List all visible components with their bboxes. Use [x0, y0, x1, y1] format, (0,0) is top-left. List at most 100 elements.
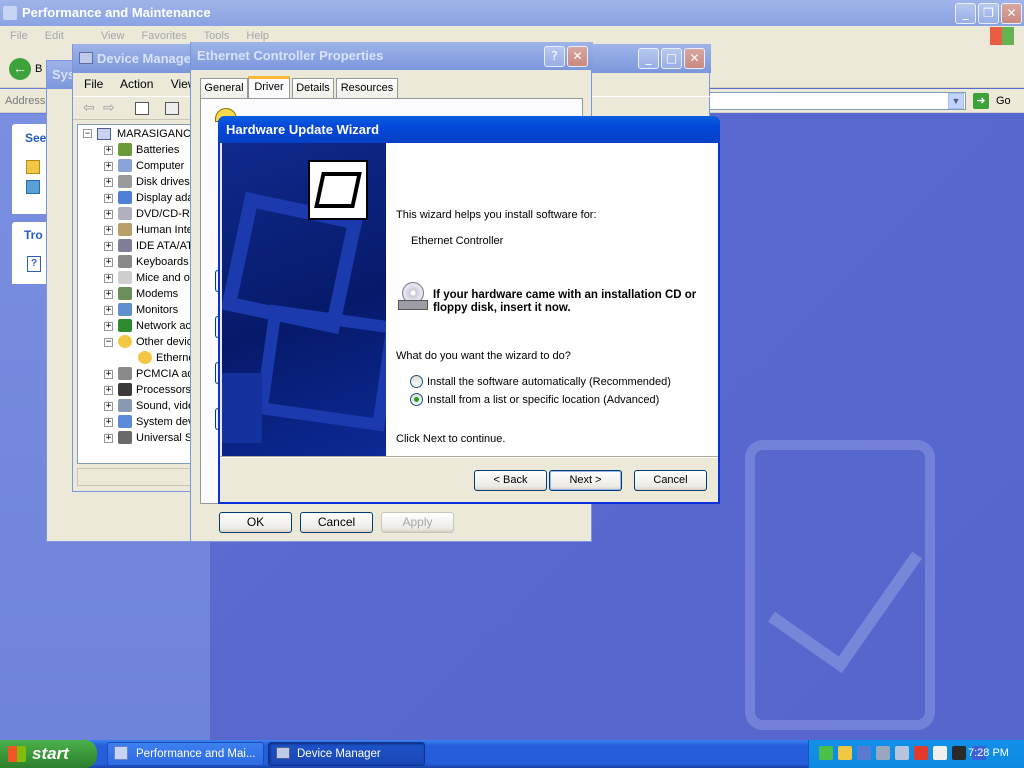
radio-install-list[interactable]: [410, 393, 423, 406]
dm-maximize-button[interactable]: □: [661, 48, 682, 69]
perf-menu-favorites[interactable]: Favorites: [142, 30, 187, 42]
tree-item[interactable]: + Human Inte: [78, 222, 192, 238]
tree-expand-icon[interactable]: +: [104, 258, 113, 267]
dm-menu-file[interactable]: File: [84, 77, 103, 91]
perf-menu-file[interactable]: File: [10, 30, 28, 42]
tree-item[interactable]: + Modems: [78, 286, 192, 302]
tree-item-label: Etherne: [156, 352, 193, 364]
device-category-icon: [118, 255, 132, 268]
address-dropdown-icon[interactable]: ▼: [948, 93, 964, 109]
tray-volume-icon[interactable]: [895, 746, 910, 760]
tab-details[interactable]: Details: [292, 78, 334, 98]
back-arrow-icon[interactable]: ←: [9, 58, 31, 80]
tree-item[interactable]: − Other devic: [78, 334, 192, 350]
tree-expand-icon[interactable]: +: [104, 274, 113, 283]
tree-item[interactable]: + Sound, vide: [78, 398, 192, 414]
tree-item[interactable]: + Monitors: [78, 302, 192, 318]
dm-back-icon[interactable]: ⇦: [83, 100, 95, 116]
props-cancel-button[interactable]: Cancel: [300, 512, 373, 533]
wizard-next-button[interactable]: Next >: [549, 470, 622, 491]
perf-minimize-button[interactable]: _: [955, 3, 976, 24]
tree-item[interactable]: + Processors: [78, 382, 192, 398]
props-ok-button[interactable]: OK: [219, 512, 292, 533]
task-device-manager[interactable]: Device Manager: [268, 742, 425, 766]
dm-close-button[interactable]: ✕: [684, 48, 705, 69]
tree-expand-icon[interactable]: +: [104, 386, 113, 395]
tree-expand-icon[interactable]: +: [104, 210, 113, 219]
perf-menu-tools[interactable]: Tools: [204, 30, 230, 42]
props-apply-button[interactable]: Apply: [381, 512, 454, 533]
tree-root-collapse-icon[interactable]: −: [83, 129, 92, 138]
tray-clock[interactable]: 7:28 PM: [968, 747, 1009, 759]
dm-menu-action[interactable]: Action: [120, 77, 153, 91]
address-input[interactable]: [700, 92, 966, 110]
tray-media-icon[interactable]: [952, 746, 967, 760]
perf-close-button[interactable]: ✕: [1001, 3, 1022, 24]
tree-expand-icon[interactable]: +: [104, 146, 113, 155]
tray-antivirus-icon[interactable]: [933, 746, 948, 760]
tree-item[interactable]: Etherne: [78, 350, 193, 366]
tree-item[interactable]: + DVD/CD-RO: [78, 206, 192, 222]
tab-driver[interactable]: Driver: [248, 76, 290, 99]
tree-expand-icon[interactable]: +: [104, 178, 113, 187]
tree-expand-icon[interactable]: +: [104, 434, 113, 443]
tree-collapse-icon[interactable]: −: [104, 338, 113, 347]
tree-item[interactable]: + PCMCIA ad: [78, 366, 192, 382]
tree-item[interactable]: + Computer: [78, 158, 192, 174]
back-label[interactable]: B: [35, 63, 42, 75]
radio-install-auto-label[interactable]: Install the software automatically (Reco…: [427, 376, 671, 388]
go-arrow-icon[interactable]: ➜: [973, 93, 989, 109]
tree-item[interactable]: + System dev: [78, 414, 192, 430]
perf-restore-button[interactable]: ❐: [978, 3, 999, 24]
tree-item-label: Mice and ot: [136, 272, 193, 284]
tree-root[interactable]: − MARASIGANCO: [78, 126, 192, 142]
dm-show-hide-icon[interactable]: [135, 102, 149, 115]
perf-menu-help[interactable]: Help: [246, 30, 269, 42]
radio-install-list-label[interactable]: Install from a list or specific location…: [427, 394, 659, 406]
task-see-icon-2[interactable]: [26, 180, 40, 194]
tree-item[interactable]: + Keyboards: [78, 254, 192, 270]
props-titlebar[interactable]: Ethernet Controller Properties: [191, 42, 593, 70]
perf-menu-edit[interactable]: Edit: [45, 30, 64, 42]
tree-expand-icon[interactable]: +: [104, 290, 113, 299]
perf-titlebar[interactable]: Performance and Maintenance: [0, 0, 1024, 26]
radio-install-auto[interactable]: [410, 375, 423, 388]
perf-menu-view[interactable]: View: [101, 30, 125, 42]
tree-item[interactable]: + Disk drives: [78, 174, 192, 190]
tree-item[interactable]: + Network ac: [78, 318, 192, 334]
task-perf[interactable]: Performance and Mai...: [107, 742, 264, 766]
tab-general[interactable]: General: [200, 78, 248, 98]
tray-network-icon[interactable]: [819, 746, 833, 760]
props-close-button[interactable]: ✕: [567, 46, 588, 67]
wizard-cancel-button[interactable]: Cancel: [634, 470, 707, 491]
tree-expand-icon[interactable]: +: [104, 418, 113, 427]
tray-security-icon[interactable]: [914, 746, 929, 760]
tray-display-icon[interactable]: [857, 746, 872, 760]
dm-minimize-button[interactable]: _: [638, 48, 659, 69]
wizard-back-button[interactable]: < Back: [474, 470, 547, 491]
dm-forward-icon[interactable]: ⇨: [103, 100, 115, 116]
props-help-button[interactable]: ?: [544, 46, 565, 67]
tree-expand-icon[interactable]: +: [104, 194, 113, 203]
tree-item[interactable]: + Universal S: [78, 430, 192, 446]
tree-expand-icon[interactable]: +: [104, 306, 113, 315]
tree-expand-icon[interactable]: +: [104, 402, 113, 411]
wizard-intro: This wizard helps you install software f…: [396, 209, 597, 221]
tree-expand-icon[interactable]: +: [104, 322, 113, 331]
tree-item[interactable]: + Batteries: [78, 142, 192, 158]
tray-update-icon[interactable]: [838, 746, 853, 760]
tree-expand-icon[interactable]: +: [104, 162, 113, 171]
tree-item[interactable]: + Display ada: [78, 190, 192, 206]
help-question-icon[interactable]: ?: [27, 256, 41, 272]
dm-properties-icon[interactable]: [165, 102, 179, 115]
task-see-icon-1[interactable]: [26, 160, 40, 174]
tree-item[interactable]: + Mice and ot: [78, 270, 193, 286]
wizard-titlebar[interactable]: Hardware Update Wizard: [218, 116, 720, 143]
go-button[interactable]: Go: [996, 95, 1011, 107]
tree-expand-icon[interactable]: +: [104, 242, 113, 251]
tree-expand-icon[interactable]: +: [104, 370, 113, 379]
tree-expand-icon[interactable]: +: [104, 226, 113, 235]
tray-usb-icon[interactable]: [876, 746, 891, 760]
tree-item[interactable]: + IDE ATA/AT: [78, 238, 192, 254]
tab-resources[interactable]: Resources: [336, 78, 398, 98]
